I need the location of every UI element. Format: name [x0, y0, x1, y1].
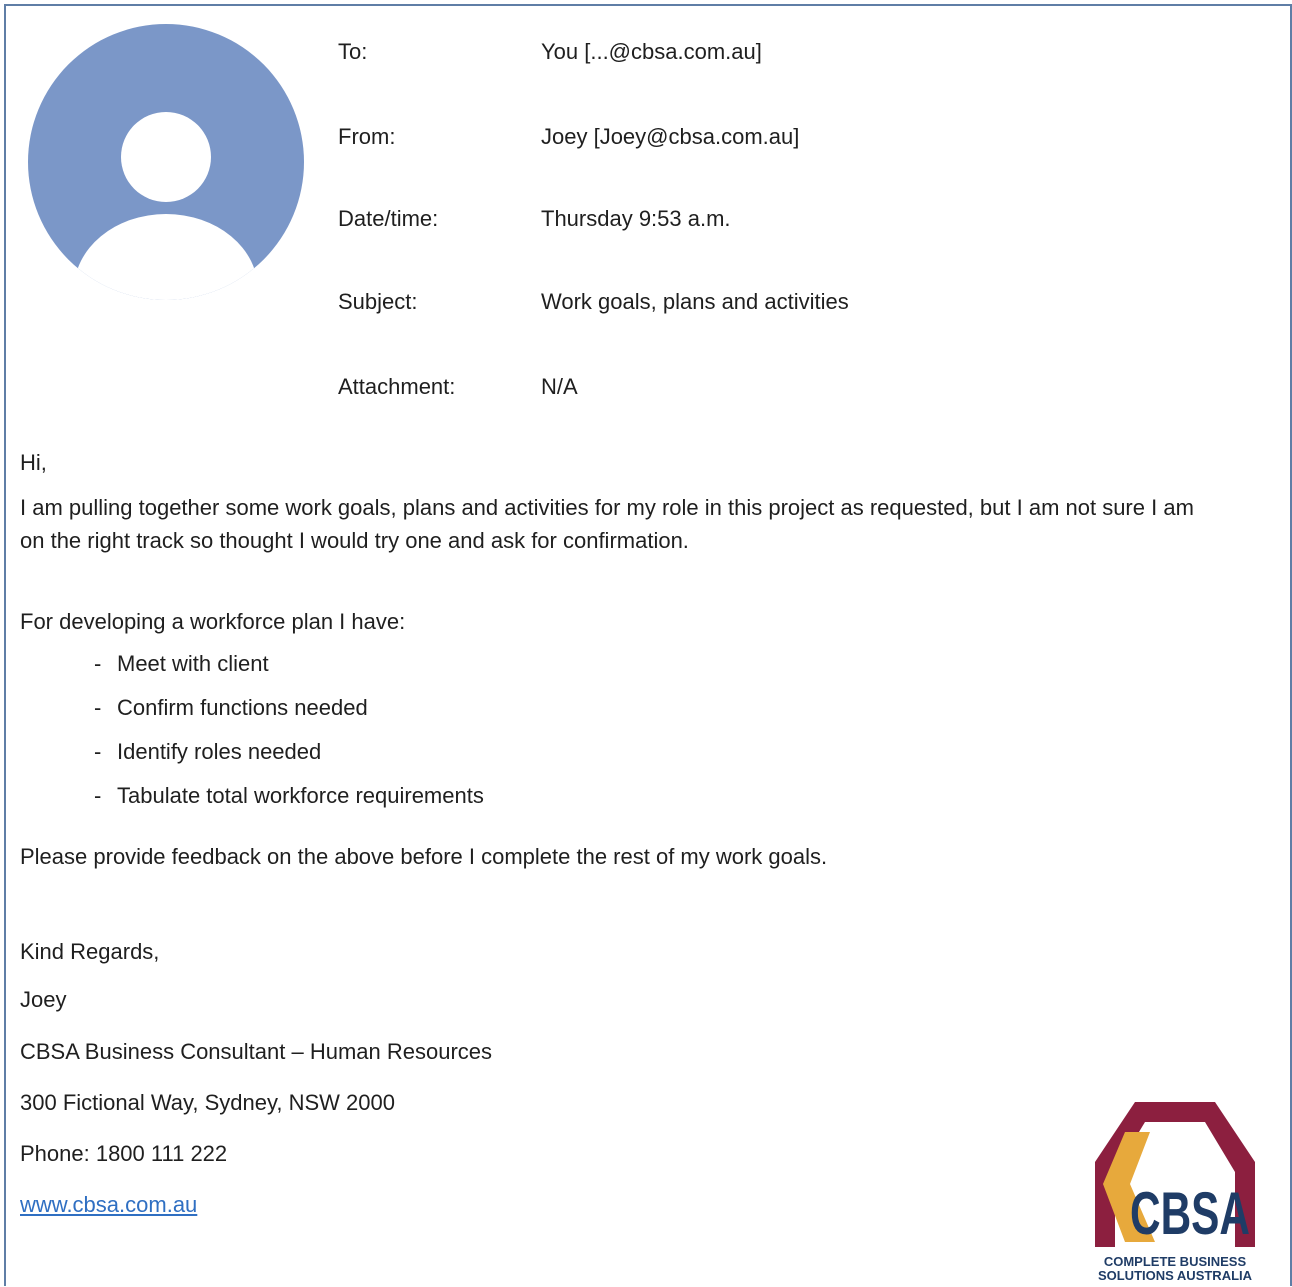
logo-text: CBSA	[1130, 1180, 1250, 1247]
datetime-value: Thursday 9:53 a.m.	[541, 206, 731, 231]
company-address: 300 Fictional Way, Sydney, NSW 2000	[20, 1090, 395, 1115]
to-value: You [...@cbsa.com.au]	[541, 39, 762, 64]
datetime-label: Date/time:	[338, 206, 439, 231]
body-paragraph: I am pulling together some work goals, p…	[20, 495, 1194, 553]
from-value: Joey [Joey@cbsa.com.au]	[541, 124, 800, 149]
bullet-dash: -	[94, 695, 102, 720]
header-to: To: You [...@cbsa.com.au]	[338, 38, 762, 66]
company-phone: Phone: 1800 111 222	[20, 1141, 228, 1166]
list-item-text: Tabulate total workforce requirements	[117, 783, 484, 808]
logo-tagline-2: SOLUTIONS AUSTRALIA	[1098, 1268, 1253, 1282]
bullet-dash: -	[94, 783, 102, 808]
list-item-text: Identify roles needed	[117, 739, 322, 764]
sign-off: Kind Regards,	[20, 939, 160, 964]
attachment-value: N/A	[541, 374, 578, 399]
logo-tagline-1: COMPLETE BUSINESS	[1104, 1254, 1247, 1269]
to-label: To:	[338, 39, 368, 64]
sender-title: CBSA Business Consultant – Human Resourc…	[20, 1039, 493, 1064]
header-attachment: Attachment: N/A	[338, 373, 578, 401]
header-from: From: Joey [Joey@cbsa.com.au]	[338, 123, 799, 151]
bullet-dash: -	[94, 739, 102, 764]
subject-value: Work goals, plans and activities	[541, 289, 849, 314]
bullet-dash: -	[94, 651, 102, 676]
list-intro: For developing a workforce plan I have:	[20, 609, 406, 634]
attachment-label: Attachment:	[338, 374, 456, 399]
website-link[interactable]: www.cbsa.com.au	[20, 1191, 197, 1219]
header-subject: Subject: Work goals, plans and activitie…	[338, 288, 849, 316]
subject-label: Subject:	[338, 289, 418, 314]
sender-name: Joey	[20, 987, 67, 1012]
list-item-text: Confirm functions needed	[117, 695, 368, 720]
header-datetime: Date/time: Thursday 9:53 a.m.	[338, 205, 731, 233]
user-avatar-icon	[28, 24, 304, 300]
from-label: From:	[338, 124, 396, 149]
list-item-text: Meet with client	[117, 651, 269, 676]
closing-request: Please provide feedback on the above bef…	[20, 844, 828, 869]
cbsa-logo: CBSA COMPLETE BUSINESS SOLUTIONS AUSTRAL…	[1095, 1102, 1255, 1283]
greeting: Hi,	[20, 450, 47, 475]
